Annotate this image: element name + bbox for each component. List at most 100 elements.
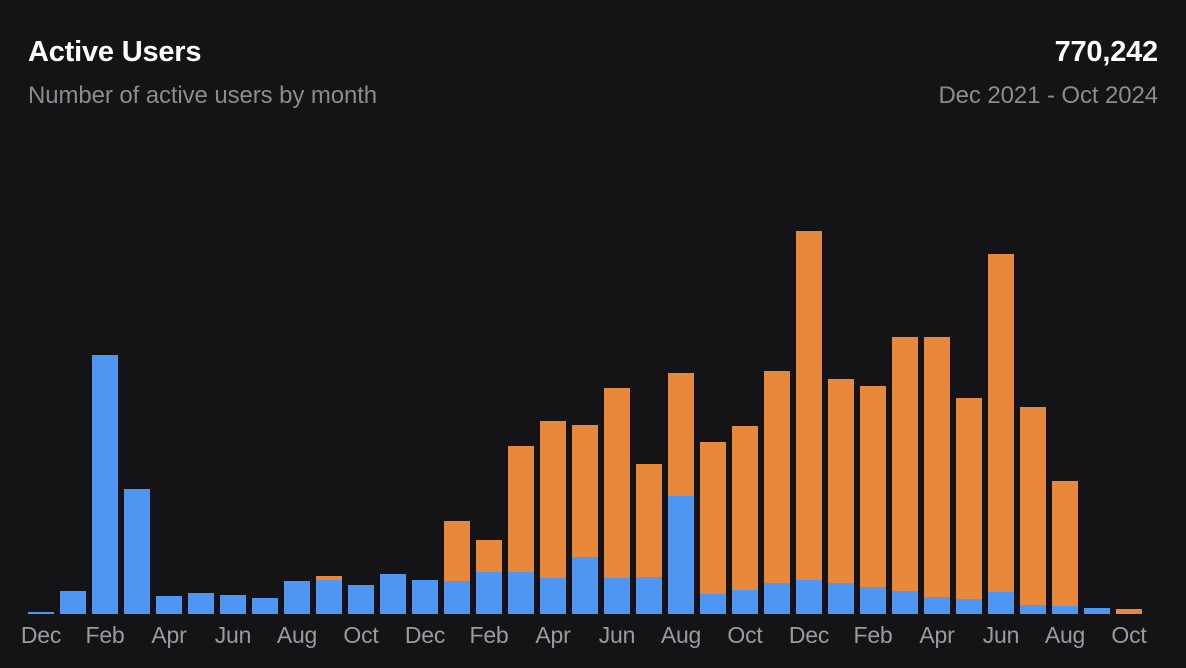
bar-segment-secondary	[828, 379, 854, 583]
bar-segment-primary	[220, 595, 246, 614]
bar-segment-primary	[796, 580, 822, 614]
bar-jun-2022[interactable]	[220, 595, 246, 614]
bar-segment-secondary	[1020, 407, 1046, 605]
x-axis-tick-label: Apr	[137, 622, 201, 649]
bar-aug-2024[interactable]	[1052, 481, 1078, 614]
x-axis-tick-label: Feb	[841, 622, 905, 649]
bar-aug-2023[interactable]	[668, 373, 694, 614]
bar-jul-2023[interactable]	[636, 464, 662, 614]
bar-segment-secondary	[988, 254, 1014, 592]
bar-segment-primary	[892, 591, 918, 614]
x-axis-tick-label: Dec	[777, 622, 841, 649]
active-users-chart-card: Active Users 770,242 Number of active us…	[0, 0, 1186, 668]
bar-segment-secondary	[956, 398, 982, 599]
bar-segment-primary	[1020, 605, 1046, 615]
bar-segment-primary	[348, 585, 374, 614]
bar-segment-secondary	[860, 386, 886, 587]
bar-segment-primary	[284, 581, 310, 614]
x-axis-tick-label: Oct	[713, 622, 777, 649]
bar-jan-2023[interactable]	[444, 521, 470, 614]
bar-dec-2023[interactable]	[796, 231, 822, 614]
bar-segment-primary	[252, 598, 278, 614]
bar-mar-2022[interactable]	[124, 489, 150, 614]
total-value: 770,242	[1055, 38, 1158, 67]
bar-segment-primary	[476, 572, 502, 614]
bar-segment-secondary	[924, 337, 950, 597]
bar-may-2023[interactable]	[572, 425, 598, 614]
bar-segment-secondary	[604, 388, 630, 578]
bar-jan-2022[interactable]	[60, 591, 86, 614]
bar-jul-2024[interactable]	[1020, 407, 1046, 614]
bar-segment-primary	[124, 489, 150, 614]
x-axis-tick-label: Oct	[1097, 622, 1161, 649]
bar-apr-2022[interactable]	[156, 596, 182, 614]
bar-feb-2024[interactable]	[860, 386, 886, 614]
x-axis-tick-label: Jun	[201, 622, 265, 649]
bar-segment-primary	[572, 557, 598, 614]
bar-segment-secondary	[892, 337, 918, 591]
bar-sep-2022[interactable]	[316, 576, 342, 614]
bar-segment-secondary	[444, 521, 470, 581]
bar-sep-2023[interactable]	[700, 442, 726, 614]
bar-nov-2022[interactable]	[380, 574, 406, 614]
bar-segment-primary	[380, 574, 406, 614]
bar-segment-primary	[988, 592, 1014, 614]
bar-segment-secondary	[508, 446, 534, 572]
bar-segment-primary	[860, 587, 886, 614]
bar-segment-primary	[668, 496, 694, 614]
bar-segment-secondary	[1052, 481, 1078, 606]
bar-oct-2023[interactable]	[732, 426, 758, 614]
bar-jun-2024[interactable]	[988, 254, 1014, 614]
bar-may-2022[interactable]	[188, 593, 214, 614]
bar-segment-primary	[316, 580, 342, 614]
bar-segment-primary	[1052, 606, 1078, 614]
bar-may-2024[interactable]	[956, 398, 982, 614]
bar-segment-primary	[924, 597, 950, 614]
x-axis-tick-label: Dec	[393, 622, 457, 649]
bar-feb-2023[interactable]	[476, 540, 502, 614]
chart-plot-area	[0, 170, 1186, 614]
bar-segment-primary	[444, 581, 470, 614]
x-axis-tick-label: Jun	[585, 622, 649, 649]
header-bottom-row: Number of active users by month Dec 2021…	[28, 84, 1158, 108]
bar-segment-primary	[636, 577, 662, 614]
bar-dec-2022[interactable]	[412, 580, 438, 614]
bar-segment-primary	[604, 578, 630, 614]
bar-segment-primary	[540, 578, 566, 614]
bar-jan-2024[interactable]	[828, 379, 854, 614]
x-axis-tick-label: Feb	[457, 622, 521, 649]
bar-segment-primary	[412, 580, 438, 614]
bar-jun-2023[interactable]	[604, 388, 630, 614]
x-axis-tick-label: Aug	[265, 622, 329, 649]
bar-aug-2022[interactable]	[284, 581, 310, 614]
bar-segment-primary	[764, 583, 790, 614]
bar-mar-2023[interactable]	[508, 446, 534, 614]
x-axis-tick-label: Apr	[905, 622, 969, 649]
card-header: Active Users 770,242 Number of active us…	[0, 0, 1186, 160]
bar-nov-2023[interactable]	[764, 371, 790, 614]
bar-apr-2024[interactable]	[924, 337, 950, 614]
bar-segment-secondary	[540, 421, 566, 579]
bar-mar-2024[interactable]	[892, 337, 918, 614]
bar-segment-primary	[156, 596, 182, 614]
bar-segment-secondary	[476, 540, 502, 572]
bar-segment-primary	[732, 590, 758, 614]
bar-segment-secondary	[572, 425, 598, 557]
bar-segment-primary	[956, 599, 982, 614]
bar-segment-secondary	[700, 442, 726, 594]
bar-segment-primary	[828, 583, 854, 614]
bar-segment-secondary	[636, 464, 662, 577]
bar-apr-2023[interactable]	[540, 421, 566, 614]
bar-segment-primary	[508, 572, 534, 614]
bar-feb-2022[interactable]	[92, 355, 118, 614]
bar-oct-2022[interactable]	[348, 585, 374, 614]
x-axis-tick-label: Apr	[521, 622, 585, 649]
bar-segment-primary	[60, 591, 86, 614]
date-range-label: Dec 2021 - Oct 2024	[938, 84, 1158, 108]
bar-segment-primary	[188, 593, 214, 614]
bar-jul-2022[interactable]	[252, 598, 278, 614]
x-axis-tick-label: Feb	[73, 622, 137, 649]
bar-segment-primary	[92, 355, 118, 614]
bar-segment-primary	[700, 594, 726, 614]
bar-segment-secondary	[796, 231, 822, 580]
